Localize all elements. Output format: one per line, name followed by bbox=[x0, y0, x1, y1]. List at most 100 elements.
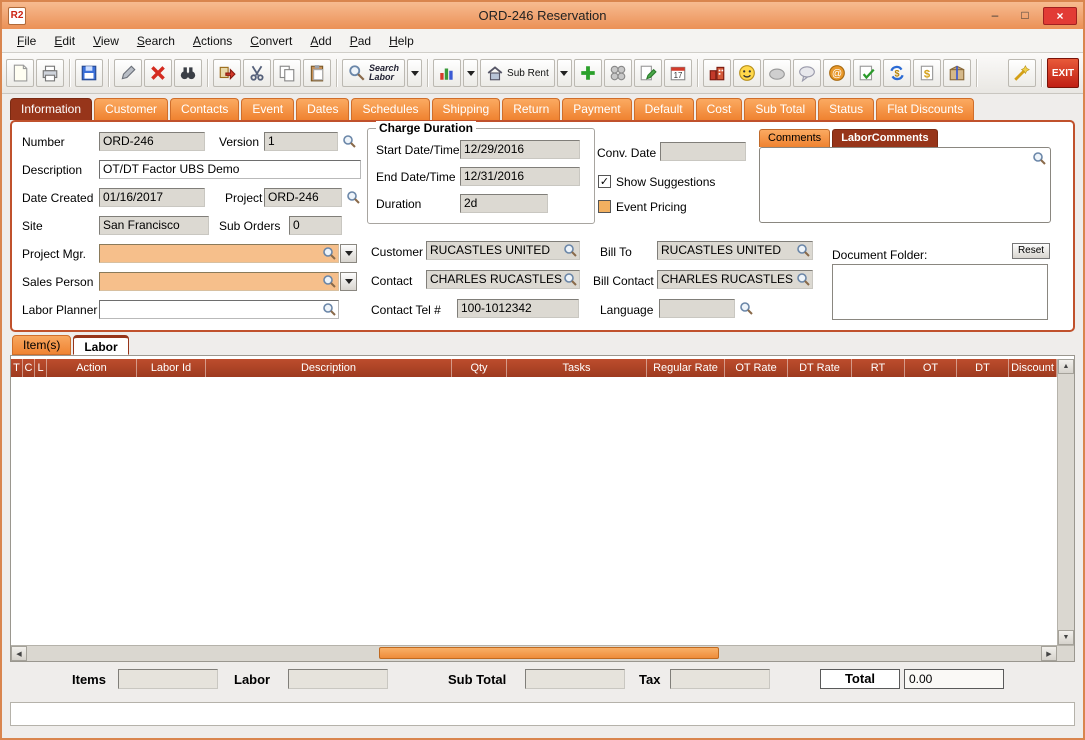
language-field[interactable] bbox=[659, 299, 735, 318]
tab-payment[interactable]: Payment bbox=[562, 98, 631, 120]
contact-field[interactable]: CHARLES RUCASTLES bbox=[426, 270, 580, 289]
description-field[interactable]: OT/DT Factor UBS Demo bbox=[99, 160, 361, 179]
copy-button[interactable] bbox=[273, 59, 301, 87]
labor-planner-search-icon[interactable] bbox=[322, 302, 336, 316]
tab-event[interactable]: Event bbox=[241, 98, 294, 120]
number-field[interactable]: ORD-246 bbox=[99, 132, 205, 151]
hscroll-thumb[interactable] bbox=[379, 647, 719, 659]
sub-orders-field[interactable]: 0 bbox=[289, 216, 342, 235]
tab-comments[interactable]: Comments bbox=[759, 129, 830, 147]
vscroll-down-button[interactable]: ▼ bbox=[1058, 630, 1074, 645]
chart-button[interactable] bbox=[433, 59, 461, 87]
search-labor-button[interactable]: SearchLabor bbox=[342, 59, 405, 87]
save-button[interactable] bbox=[75, 59, 103, 87]
search-labor-dropdown-button[interactable] bbox=[407, 59, 422, 87]
currency-button[interactable]: $ bbox=[913, 59, 941, 87]
grid-body[interactable] bbox=[11, 377, 1057, 645]
edit-button[interactable] bbox=[114, 59, 142, 87]
convert-button[interactable] bbox=[213, 59, 241, 87]
version-field[interactable]: 1 bbox=[264, 132, 338, 151]
project-mgr-dropdown-button[interactable] bbox=[340, 244, 357, 263]
contact-button[interactable] bbox=[733, 59, 761, 87]
column-header-tasks[interactable]: Tasks bbox=[507, 359, 647, 377]
comment-button[interactable] bbox=[763, 59, 791, 87]
vscroll-track[interactable] bbox=[1058, 374, 1074, 630]
project-mgr-field[interactable] bbox=[99, 244, 339, 263]
cut-button[interactable] bbox=[243, 59, 271, 87]
tab-labor[interactable]: Labor bbox=[73, 335, 128, 355]
column-header-rt[interactable]: RT bbox=[852, 359, 905, 377]
sales-person-field[interactable] bbox=[99, 272, 339, 291]
labor-comments-textarea[interactable] bbox=[759, 147, 1051, 223]
column-header-c[interactable]: C bbox=[23, 359, 35, 377]
menu-pad[interactable]: Pad bbox=[341, 29, 380, 53]
project-search-icon[interactable] bbox=[346, 190, 360, 204]
tab-items[interactable]: Item(s) bbox=[12, 335, 71, 355]
project-field[interactable]: ORD-246 bbox=[264, 188, 342, 207]
bill-contact-field[interactable]: CHARLES RUCASTLES bbox=[657, 270, 813, 289]
column-header-qty[interactable]: Qty bbox=[452, 359, 507, 377]
new-document-button[interactable] bbox=[6, 59, 34, 87]
tab-sub-total[interactable]: Sub Total bbox=[744, 98, 816, 120]
sub-rent-dropdown-button[interactable] bbox=[557, 59, 572, 87]
tab-contacts[interactable]: Contacts bbox=[170, 98, 239, 120]
column-header-action[interactable]: Action bbox=[47, 359, 137, 377]
customer-field[interactable]: RUCASTLES UNITED bbox=[426, 241, 580, 260]
package-button[interactable] bbox=[943, 59, 971, 87]
tab-schedules[interactable]: Schedules bbox=[351, 98, 429, 120]
bill-to-field[interactable]: RUCASTLES UNITED bbox=[657, 241, 813, 260]
message-button[interactable] bbox=[793, 59, 821, 87]
maximize-button[interactable]: □ bbox=[1013, 7, 1037, 25]
tab-dates[interactable]: Dates bbox=[296, 98, 349, 120]
menu-file[interactable]: File bbox=[8, 29, 45, 53]
find-button[interactable] bbox=[174, 59, 202, 87]
contact-tel-field[interactable]: 100-1012342 bbox=[457, 299, 579, 318]
menu-search[interactable]: Search bbox=[128, 29, 184, 53]
tab-customer[interactable]: Customer bbox=[94, 98, 168, 120]
add-button[interactable] bbox=[574, 59, 602, 87]
chart-dropdown-button[interactable] bbox=[463, 59, 478, 87]
column-header-labor-id[interactable]: Labor Id bbox=[137, 359, 206, 377]
customer-search-icon[interactable] bbox=[563, 243, 577, 257]
date-created-field[interactable]: 01/16/2017 bbox=[99, 188, 205, 207]
column-header-regular-rate[interactable]: Regular Rate bbox=[647, 359, 725, 377]
vscroll-up-button[interactable]: ▲ bbox=[1058, 359, 1074, 374]
hscroll-left-button[interactable]: ◀ bbox=[11, 646, 27, 661]
column-header-l[interactable]: L bbox=[35, 359, 47, 377]
edit-note-button[interactable] bbox=[634, 59, 662, 87]
end-date-field[interactable]: 12/31/2016 bbox=[460, 167, 580, 186]
column-header-discount[interactable]: Discount bbox=[1009, 359, 1057, 377]
vertical-scrollbar[interactable]: ▲ ▼ bbox=[1057, 359, 1074, 645]
start-date-field[interactable]: 12/29/2016 bbox=[460, 140, 580, 159]
hscroll-right-button[interactable]: ▶ bbox=[1041, 646, 1057, 661]
exit-button[interactable]: EXIT bbox=[1047, 58, 1079, 88]
menu-add[interactable]: Add bbox=[301, 29, 340, 53]
column-header-ot-rate[interactable]: OT Rate bbox=[725, 359, 788, 377]
company-button[interactable] bbox=[703, 59, 731, 87]
conv-date-field[interactable] bbox=[660, 142, 746, 161]
tab-default[interactable]: Default bbox=[634, 98, 694, 120]
reset-button[interactable]: Reset bbox=[1012, 243, 1050, 259]
delete-button[interactable] bbox=[144, 59, 172, 87]
tab-labor-comments[interactable]: LaborComments bbox=[832, 129, 937, 147]
tab-status[interactable]: Status bbox=[818, 98, 874, 120]
menu-help[interactable]: Help bbox=[380, 29, 423, 53]
duration-field[interactable]: 2d bbox=[460, 194, 548, 213]
comments-search-icon[interactable] bbox=[1032, 151, 1046, 165]
menu-view[interactable]: View bbox=[84, 29, 128, 53]
tab-information[interactable]: Information bbox=[10, 98, 92, 120]
version-search-icon[interactable] bbox=[342, 134, 356, 148]
tab-return[interactable]: Return bbox=[502, 98, 560, 120]
sales-person-search-icon[interactable] bbox=[322, 274, 336, 288]
tab-cost[interactable]: Cost bbox=[696, 98, 743, 120]
hscroll-track[interactable] bbox=[27, 646, 1041, 661]
column-header-dt-rate[interactable]: DT Rate bbox=[788, 359, 852, 377]
column-header-t[interactable]: T bbox=[11, 359, 23, 377]
contact-search-icon[interactable] bbox=[563, 272, 577, 286]
email-button[interactable]: @ bbox=[823, 59, 851, 87]
tab-shipping[interactable]: Shipping bbox=[432, 98, 501, 120]
column-header-description[interactable]: Description bbox=[206, 359, 452, 377]
print-button[interactable] bbox=[36, 59, 64, 87]
project-mgr-search-icon[interactable] bbox=[322, 246, 336, 260]
wand-button[interactable] bbox=[1008, 59, 1036, 87]
